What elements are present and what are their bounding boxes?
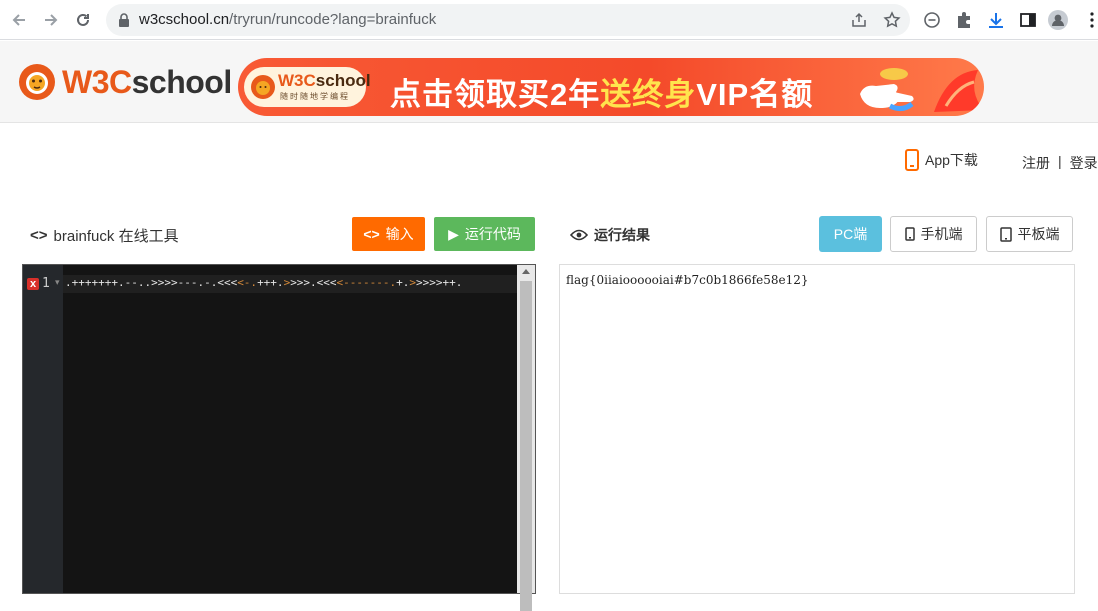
result-title: 运行结果: [570, 225, 650, 245]
code-brackets-icon: <>: [30, 227, 48, 244]
code-segment: <-------.: [336, 276, 397, 289]
reload-icon[interactable]: [72, 9, 94, 31]
tool-title-text: brainfuck 在线工具: [53, 228, 179, 245]
result-output-text: flag{0iiaioooooiai#b7c0b1866fe58e12}: [566, 273, 809, 287]
url-text[interactable]: w3cschool.cn/tryrun/runcode?lang=brainfu…: [139, 11, 436, 28]
banner-ribbon-icon: [934, 70, 984, 112]
code-line[interactable]: .+++++++.--..>>>>---.-.<<<<-.+++.>>>>.<<…: [65, 276, 519, 294]
code-segment: +.: [396, 276, 410, 289]
forward-icon[interactable]: [40, 9, 62, 31]
scroll-up-arrow-icon[interactable]: [522, 269, 530, 274]
code-segment: <-.: [237, 276, 258, 289]
eye-icon: [570, 229, 588, 241]
editor-scrollbar[interactable]: [517, 265, 535, 611]
lock-icon[interactable]: [116, 12, 132, 28]
tablet-device-icon: [999, 226, 1012, 242]
promo-banner[interactable]: W3Cschool 随时随地学编程 点击领取买2年送终身VIP名额: [238, 58, 984, 116]
address-bar[interactable]: w3cschool.cn/tryrun/runcode?lang=brainfu…: [106, 4, 910, 36]
user-links: 注册 | 登录: [1022, 153, 1098, 173]
download-icon[interactable]: [986, 10, 1006, 30]
view-pc-button[interactable]: PC端: [819, 216, 882, 252]
site-header: W3Cschool W3Cschool 随时随地学编程 点击领取买2年送终身VI…: [0, 41, 1098, 123]
phone-icon: [905, 149, 919, 171]
back-icon[interactable]: [8, 9, 30, 31]
share-icon[interactable]: [850, 11, 868, 29]
view-tablet-button[interactable]: 平板端: [986, 216, 1073, 252]
profile-avatar-icon[interactable]: [1048, 10, 1068, 30]
code-editor[interactable]: x 1 ▾ .+++++++.--..>>>>---.-.<<<<-.+++.>…: [22, 264, 536, 611]
w3cschool-logo[interactable]: W3Cschool: [18, 63, 232, 101]
extensions-puzzle-icon[interactable]: [954, 10, 974, 30]
more-menu-icon[interactable]: [1082, 10, 1098, 30]
app-download-link[interactable]: App下载: [905, 149, 978, 171]
code-segment: .+++++++.--..>>>>---.-.<<<: [65, 276, 238, 289]
lion-logo-icon: [19, 64, 55, 100]
view-mobile-button[interactable]: 手机端: [890, 216, 977, 252]
play-icon: ▶: [448, 225, 459, 242]
run-code-button[interactable]: ▶ 运行代码: [434, 217, 535, 251]
code-segment: >>>.<<<: [290, 276, 337, 289]
code-segment: +++.: [257, 276, 284, 289]
error-marker-icon[interactable]: x: [27, 278, 39, 290]
mobile-device-icon: [904, 227, 915, 241]
side-panel-icon[interactable]: [1018, 10, 1038, 30]
result-output-panel: flag{0iiaioooooiai#b7c0b1866fe58e12}: [559, 264, 1075, 594]
banner-promo-text: 点击领取买2年送终身VIP名额: [390, 77, 814, 112]
code-segment: >>>>++.: [416, 276, 463, 289]
fold-arrow-icon[interactable]: ▾: [55, 277, 60, 288]
banner-lion-icon: [251, 75, 275, 99]
link-separator: |: [1058, 153, 1062, 169]
tool-title: <> brainfuck 在线工具: [30, 225, 179, 246]
bookmark-star-icon[interactable]: [883, 11, 901, 29]
line-number: 1: [42, 276, 50, 291]
editor-gutter: x 1 ▾: [23, 265, 63, 593]
register-link[interactable]: 注册: [1022, 153, 1050, 173]
scrollbar-thumb[interactable]: [520, 281, 532, 611]
minus-circle-icon[interactable]: [922, 10, 942, 30]
logo-wordmark: W3Cschool: [62, 63, 232, 100]
login-link[interactable]: 登录: [1070, 153, 1098, 173]
browser-toolbar: w3cschool.cn/tryrun/runcode?lang=brainfu…: [0, 0, 1098, 40]
pointing-hand-icon: [860, 68, 914, 112]
banner-brand-pill: W3Cschool 随时随地学编程: [244, 67, 371, 107]
input-button[interactable]: <> 输入: [352, 217, 425, 251]
code-brackets-icon: <>: [363, 226, 380, 242]
